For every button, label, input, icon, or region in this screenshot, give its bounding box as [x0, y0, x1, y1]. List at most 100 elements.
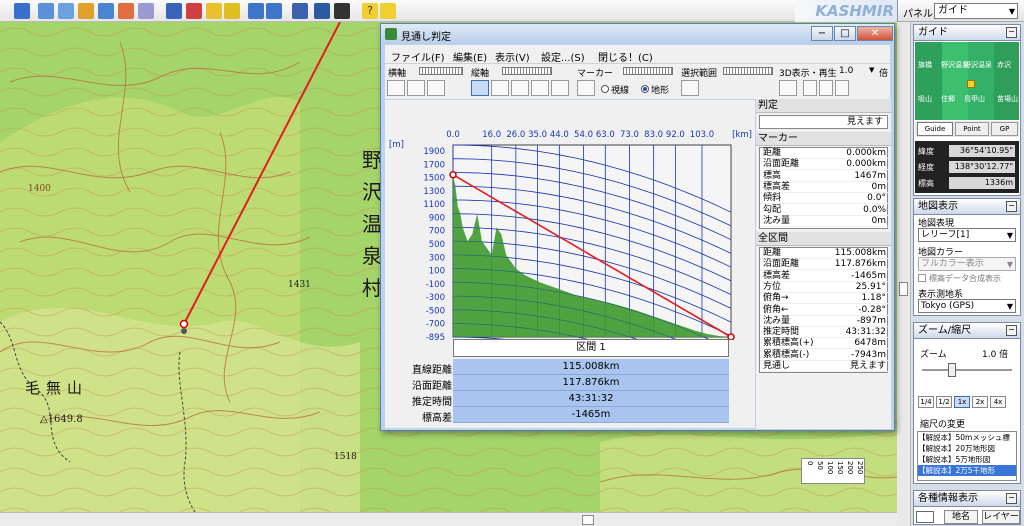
close-button[interactable]: ✕: [857, 26, 893, 41]
mark-icon[interactable]: [118, 3, 134, 19]
print-icon[interactable]: [292, 3, 308, 19]
forward-icon[interactable]: [266, 3, 282, 19]
rewind-icon[interactable]: [803, 80, 817, 96]
dialog-titlebar[interactable]: 見通し判定 − □ ✕: [381, 24, 894, 44]
binoculars-icon[interactable]: [166, 3, 182, 19]
x-tick-label: 35.0: [528, 130, 547, 140]
tab-point[interactable]: Point: [955, 122, 989, 136]
flat-view-icon[interactable]: [491, 80, 509, 96]
tab-guide[interactable]: Guide: [917, 122, 953, 136]
menu-close[interactable]: 閉じる！(C): [598, 49, 653, 64]
camera-icon[interactable]: [78, 3, 94, 19]
color-select[interactable]: フルカラー表示 ▼: [918, 257, 1016, 271]
zoom-section: ズーム/縮尺 − ズーム 1.0 倍 1/4 1/2 1x 2x 4x 縮尺の変更…: [913, 322, 1021, 484]
back-icon[interactable]: [248, 3, 264, 19]
stop-icon[interactable]: [819, 80, 833, 96]
zoom-slider-track[interactable]: [922, 369, 1012, 371]
scale-button-half[interactable]: 1/2: [936, 396, 952, 408]
geodetic-select[interactable]: Tokyo (GPS) ▼: [918, 299, 1016, 313]
kv-row: 標高差 0m: [760, 182, 889, 193]
panel-scrollbar[interactable]: [897, 22, 911, 526]
layer-icon[interactable]: [38, 3, 54, 19]
tag-icon[interactable]: [206, 3, 222, 19]
zoom-slider-thumb[interactable]: [948, 363, 956, 377]
mapview-icon[interactable]: [314, 3, 330, 19]
guide-minimap[interactable]: 旗橋 野沢温泉 野沢温泉 赤沢 吸山 住郷 島甲山 苗場山: [915, 42, 1019, 120]
thermometer-icon[interactable]: [577, 80, 595, 96]
3d-view-icon[interactable]: [779, 80, 797, 96]
layer-button[interactable]: レイヤー: [982, 510, 1020, 524]
maximize-button[interactable]: □: [834, 26, 856, 41]
panel-select[interactable]: ガイド ▼: [934, 3, 1018, 19]
kv-row: 沈み量 -897m: [760, 316, 889, 327]
expr-select[interactable]: レリーフ[1] ▼: [918, 228, 1016, 242]
info-icon[interactable]: [380, 3, 396, 19]
section-tab[interactable]: 区間 1: [453, 339, 729, 357]
synth-checkbox[interactable]: [918, 274, 926, 282]
cloud-icon[interactable]: [511, 80, 529, 96]
angle-icon[interactable]: [551, 80, 569, 96]
profile-chart[interactable]: 0.0 16.0 26.0 35.0 44.0 54.0 63.0 73.0 83.0 92.0 1…: [385, 100, 755, 340]
rotate-icon[interactable]: [407, 80, 425, 96]
y-tick-label: 900: [429, 213, 445, 223]
selection-label: 選択範囲: [681, 69, 718, 79]
menu-edit[interactable]: 編集(E): [453, 49, 487, 64]
map-horizontal-scrollbar[interactable]: [0, 512, 897, 526]
scale-button-quarter[interactable]: 1/4: [918, 396, 934, 408]
summary-value: 43:31:32: [453, 391, 729, 407]
selection-slider[interactable]: [723, 67, 773, 75]
list-item[interactable]: 【解説本】5万地形図: [918, 454, 1016, 465]
menu-file[interactable]: ファイル(F): [391, 49, 445, 64]
terrain-radio[interactable]: [641, 85, 649, 93]
collapse-icon[interactable]: −: [1006, 27, 1017, 38]
pencil-icon[interactable]: [224, 3, 240, 19]
play-label: 3D表示・再生: [779, 69, 837, 79]
marker-slider[interactable]: [623, 67, 673, 75]
eraser-icon[interactable]: [138, 3, 154, 19]
list-item[interactable]: 【解説本】50mメッシュ標: [918, 432, 1016, 443]
terrain-view-icon[interactable]: [471, 80, 489, 96]
sight-radio[interactable]: [601, 85, 609, 93]
cloud2-icon[interactable]: [531, 80, 549, 96]
terrain-icon[interactable]: [98, 3, 114, 19]
scale-button-2x[interactable]: 2x: [972, 396, 988, 408]
summary-row: 沿面距離 117.876km: [389, 375, 755, 392]
menu-settings[interactable]: 設定...(S): [541, 49, 585, 64]
menu-view[interactable]: 表示(V): [495, 49, 530, 64]
scale-list[interactable]: 【解説本】50mメッシュ標 【解説本】20万地形図 【解説本】5万地形図 【解説…: [917, 431, 1017, 481]
flag-icon[interactable]: [186, 3, 202, 19]
horizontal-axis-slider[interactable]: [419, 67, 463, 75]
reset-icon[interactable]: [427, 80, 445, 96]
scroll-thumb[interactable]: [899, 282, 908, 296]
chevron-down-icon[interactable]: ▼: [869, 66, 874, 74]
synth-label: 標高データ合成表示: [929, 274, 1001, 283]
minimap-label: 旗橋: [918, 61, 932, 69]
collapse-icon[interactable]: −: [1006, 325, 1017, 336]
tab-gps[interactable]: GP: [991, 122, 1018, 136]
kv-key: 標高差: [763, 181, 791, 192]
collapse-icon[interactable]: −: [1006, 201, 1017, 212]
scroll-thumb[interactable]: [582, 515, 594, 525]
help-icon[interactable]: ?: [362, 3, 378, 19]
scale-tick: 150: [836, 461, 844, 475]
save-icon[interactable]: [334, 3, 350, 19]
collapse-icon[interactable]: −: [1006, 493, 1017, 504]
scale-tick: 0: [806, 461, 814, 466]
list-item[interactable]: 【解説本】20万地形図: [918, 443, 1016, 454]
scale-button-1x[interactable]: 1x: [954, 396, 970, 408]
x-tick-label: 16.0: [482, 130, 501, 140]
info-toggle-button[interactable]: [916, 511, 934, 523]
qr-icon[interactable]: [681, 80, 699, 96]
kv-value: 25.91°: [855, 281, 886, 292]
kv-key: 累積標高(+): [763, 338, 814, 349]
list-item-selected[interactable]: 【解説本】2万5千地形: [918, 465, 1016, 476]
scale-button-4x[interactable]: 4x: [990, 396, 1006, 408]
profile-button[interactable]: [387, 80, 405, 96]
vertical-axis-slider[interactable]: [502, 67, 552, 75]
minimize-button[interactable]: −: [811, 26, 833, 41]
place-name-button[interactable]: 地名: [944, 510, 978, 524]
play-icon[interactable]: [835, 80, 849, 96]
kv-row: 距離 115.008km: [760, 248, 889, 259]
pointer-icon[interactable]: [14, 3, 30, 19]
layer2-icon[interactable]: [58, 3, 74, 19]
